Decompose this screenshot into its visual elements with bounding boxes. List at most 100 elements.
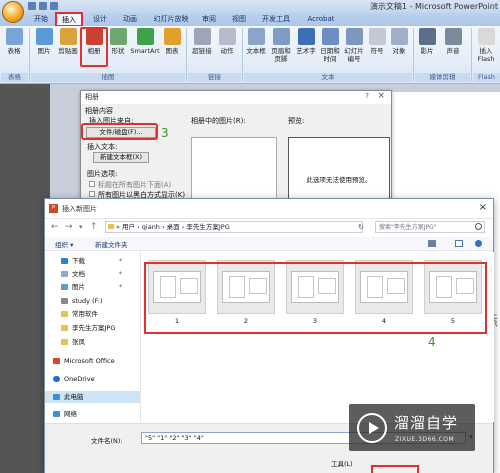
tab-review[interactable]: 审阅 bbox=[198, 13, 220, 26]
filename-label: 文件名(N): bbox=[91, 437, 123, 445]
album-highlight bbox=[80, 27, 108, 67]
nav-item-zhangfeng[interactable]: 张凤 bbox=[61, 336, 85, 348]
hyperlink-button[interactable]: 超链接 bbox=[190, 28, 214, 72]
download-icon bbox=[61, 258, 68, 264]
slide-thumbnail-pane[interactable] bbox=[0, 84, 50, 473]
clipart-button[interactable]: 剪贴画 bbox=[56, 28, 80, 72]
step-4-marker: 4 bbox=[428, 335, 436, 349]
wordart-button[interactable]: 艺术字 bbox=[295, 28, 317, 72]
smartart-icon bbox=[136, 28, 154, 45]
drive-icon bbox=[61, 298, 68, 304]
office-button[interactable] bbox=[2, 1, 24, 23]
back-arrow-icon[interactable]: ← bbox=[51, 222, 59, 232]
group-label-media: 媒体剪辑 bbox=[415, 73, 470, 82]
nav-item-common-software[interactable]: 常用软件 bbox=[61, 308, 98, 320]
wordart-icon bbox=[297, 28, 315, 45]
nav-item-network[interactable]: 网络 bbox=[53, 408, 77, 420]
insert-text-label: 插入文本: bbox=[87, 143, 118, 151]
movie-button[interactable]: 影片 bbox=[417, 28, 437, 72]
powerpoint-icon: P bbox=[49, 204, 58, 213]
view-options-icon[interactable] bbox=[428, 240, 436, 247]
close-icon[interactable]: × bbox=[479, 202, 487, 213]
office-icon bbox=[53, 358, 60, 364]
insert-flash-button[interactable]: 插入 Flash bbox=[474, 28, 498, 72]
search-box[interactable] bbox=[375, 221, 485, 233]
new-textbox-button[interactable]: 新建文本框(X) bbox=[93, 152, 149, 163]
undo-icon[interactable] bbox=[39, 2, 47, 10]
black-white-checkbox[interactable] bbox=[89, 191, 95, 197]
pin-icon[interactable]: ✦ bbox=[118, 257, 123, 264]
tab-animations[interactable]: 动画 bbox=[118, 13, 142, 26]
nav-item-onedrive[interactable]: OneDrive bbox=[53, 373, 95, 385]
smartart-button[interactable]: SmartArt bbox=[129, 28, 161, 72]
header-footer-button[interactable]: 页眉和 页脚 bbox=[269, 28, 293, 72]
pin-icon[interactable]: ✦ bbox=[118, 283, 123, 290]
table-button[interactable]: 表格 bbox=[3, 28, 25, 72]
help-icon[interactable] bbox=[475, 240, 482, 247]
refresh-icon[interactable]: ↻ bbox=[358, 223, 364, 231]
picture-icon bbox=[35, 28, 53, 45]
path-text: « 用户 › qianh › 桌面 › 李先生方案JPG bbox=[116, 223, 230, 231]
dialog-title: 插入新图片 bbox=[62, 205, 97, 213]
symbol-button[interactable]: 符号 bbox=[367, 28, 387, 72]
nav-item-study-drive[interactable]: study (F:) bbox=[61, 295, 103, 307]
close-icon[interactable]: × bbox=[377, 91, 385, 101]
datetime-button[interactable]: 日期和 时间 bbox=[319, 28, 341, 72]
new-folder-button[interactable]: 新建文件夹 bbox=[95, 239, 128, 249]
chevron-down-icon[interactable]: ▾ bbox=[79, 223, 83, 231]
folder-icon bbox=[108, 224, 114, 229]
nav-item-li-plan-jpg[interactable]: 李先生方案JPG bbox=[61, 322, 115, 334]
redo-icon[interactable] bbox=[50, 2, 58, 10]
tab-home[interactable]: 开始 bbox=[30, 13, 52, 26]
tab-acrobat[interactable]: Acrobat bbox=[304, 13, 338, 26]
preview-pane-icon[interactable] bbox=[455, 240, 463, 247]
picture-options-label: 图片选项: bbox=[87, 170, 118, 178]
tab-slideshow[interactable]: 幻灯片放映 bbox=[150, 13, 192, 26]
organize-menu[interactable]: 组织 ▾ bbox=[55, 239, 73, 249]
preview-unavailable-text: 此选项无法使用预览。 bbox=[306, 176, 372, 184]
sound-button[interactable]: 声音 bbox=[440, 28, 466, 72]
pictures-icon bbox=[61, 284, 68, 290]
address-bar[interactable]: « 用户 › qianh › 桌面 › 李先生方案JPG bbox=[105, 221, 363, 233]
nav-item-pictures[interactable]: 图片 bbox=[61, 281, 85, 293]
object-button[interactable]: 对象 bbox=[389, 28, 409, 72]
film-reel-icon bbox=[418, 28, 436, 45]
help-icon[interactable]: ? bbox=[365, 92, 369, 100]
picture-button[interactable]: 图片 bbox=[33, 28, 55, 72]
search-input[interactable] bbox=[376, 222, 472, 232]
tools-menu[interactable]: 工具(L) bbox=[331, 458, 353, 468]
nav-item-microsoft-office[interactable]: Microsoft Office bbox=[53, 355, 115, 367]
up-arrow-icon[interactable]: ↑ bbox=[90, 222, 98, 232]
slide-number-button[interactable]: 幻灯片 编号 bbox=[343, 28, 365, 72]
hyperlink-icon bbox=[193, 28, 211, 45]
search-icon[interactable] bbox=[475, 223, 482, 230]
omega-icon bbox=[368, 28, 386, 45]
forward-arrow-icon[interactable]: → bbox=[65, 222, 73, 232]
shapes-button[interactable]: 形状 bbox=[108, 28, 128, 72]
tab-view[interactable]: 视图 bbox=[228, 13, 250, 26]
document-icon bbox=[61, 271, 68, 277]
group-label-illustrations: 插图 bbox=[31, 73, 185, 82]
tab-design[interactable]: 设计 bbox=[88, 13, 112, 26]
title-bar: 演示文稿1 - Microsoft PowerPoint bbox=[0, 0, 500, 13]
insert-button-highlight bbox=[371, 465, 419, 473]
save-icon[interactable] bbox=[28, 2, 36, 10]
ribbon: 表格 图片 剪贴画 相册 形状 SmartArt 图表 超链接 动作 文本框 页… bbox=[0, 26, 500, 84]
pin-icon[interactable]: ✦ bbox=[118, 270, 123, 277]
navigation-pane: 下载 ✦ 文档 ✦ 图片 ✦ study (F:) 常用软件 李先生方案JPG … bbox=[45, 252, 141, 422]
table-icon bbox=[5, 28, 23, 45]
captions-checkbox[interactable] bbox=[89, 181, 95, 187]
tab-insert[interactable]: 插入 bbox=[55, 12, 83, 27]
tab-developer[interactable]: 开发工具 bbox=[258, 13, 294, 26]
nav-item-this-pc[interactable]: 此电脑 bbox=[45, 391, 140, 403]
nav-item-documents[interactable]: 文档 bbox=[61, 268, 85, 280]
ribbon-tabs: 开始 插入 设计 动画 幻灯片放映 审阅 视图 开发工具 Acrobat bbox=[0, 12, 500, 27]
nav-item-downloads[interactable]: 下载 bbox=[61, 255, 85, 267]
folder-icon bbox=[61, 339, 68, 345]
action-button[interactable]: 动作 bbox=[216, 28, 238, 72]
speaker-icon bbox=[444, 28, 462, 45]
textbox-button[interactable]: 文本框 bbox=[245, 28, 267, 72]
chart-button[interactable]: 图表 bbox=[162, 28, 182, 72]
file-button-highlight bbox=[81, 123, 158, 140]
network-icon bbox=[53, 411, 60, 417]
